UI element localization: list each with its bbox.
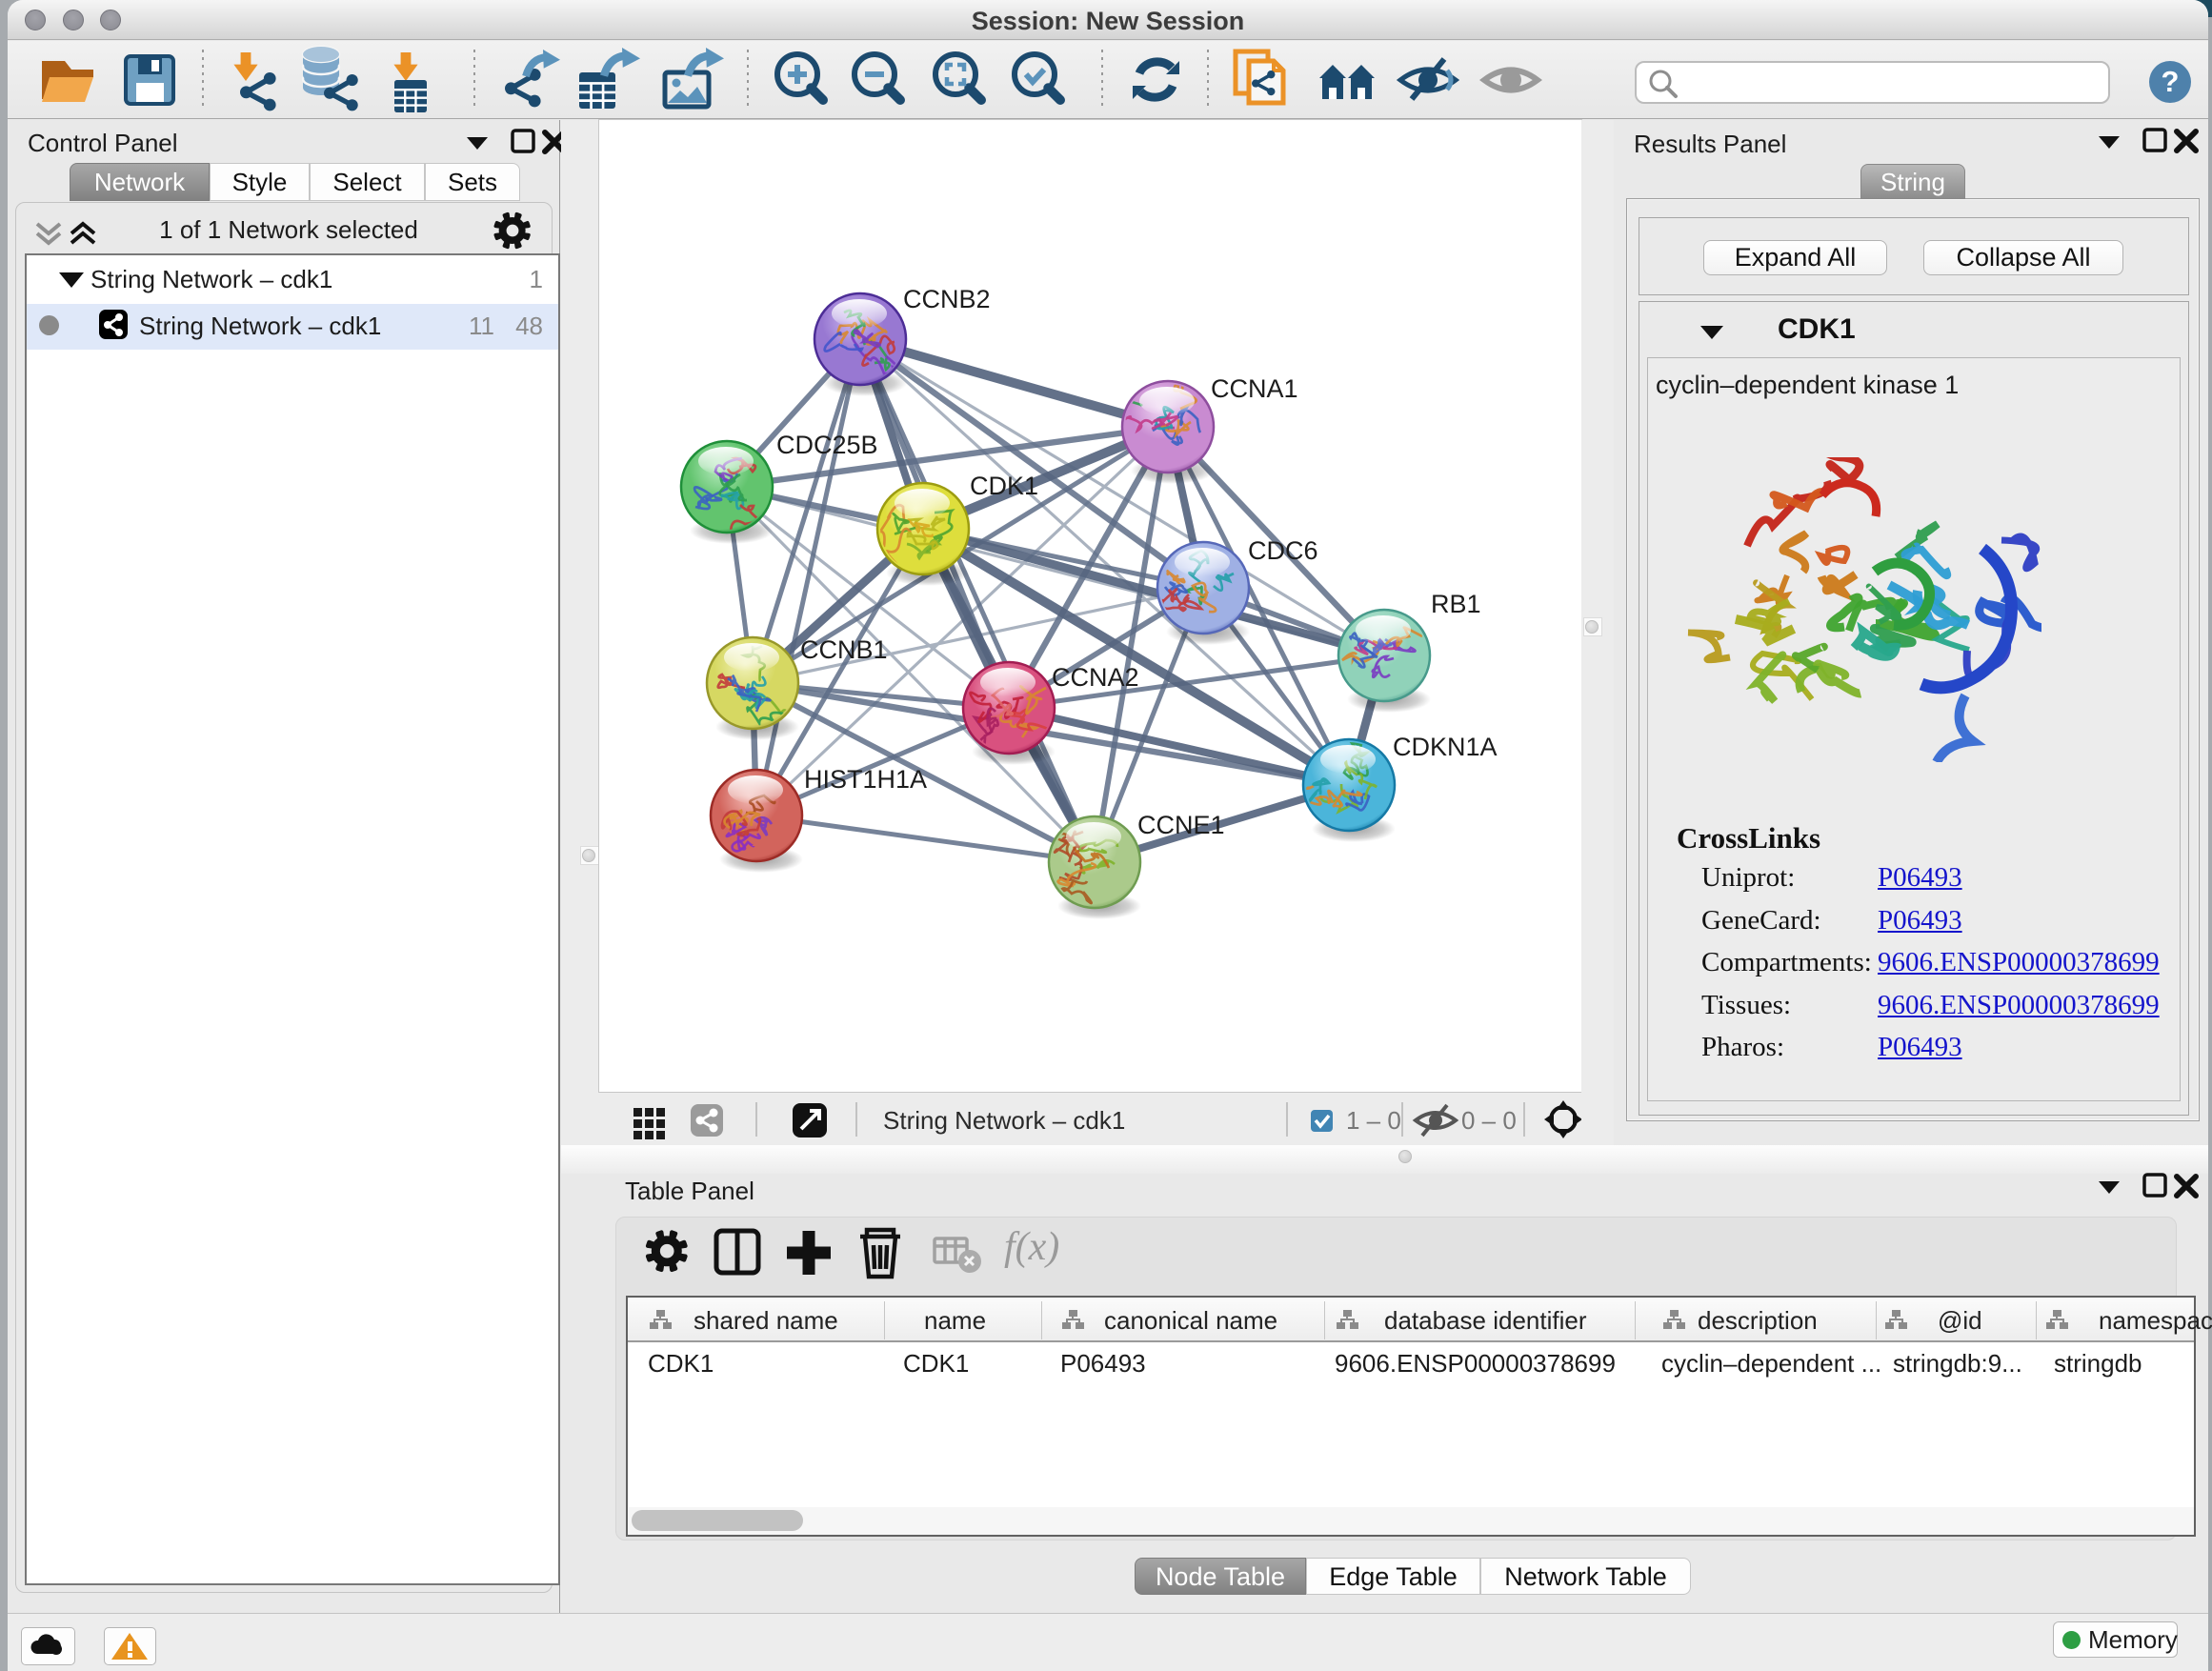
svg-text:CCNB2: CCNB2 bbox=[903, 285, 991, 313]
svg-text:CCNA2: CCNA2 bbox=[1052, 663, 1139, 692]
svg-text:CCNA1: CCNA1 bbox=[1211, 374, 1298, 403]
svg-text:CDC25B: CDC25B bbox=[776, 431, 878, 459]
svg-text:CDKN1A: CDKN1A bbox=[1393, 733, 1498, 761]
svg-text:CCNE1: CCNE1 bbox=[1137, 811, 1225, 839]
svg-text:CDC6: CDC6 bbox=[1248, 536, 1318, 565]
svg-text:HIST1H1A: HIST1H1A bbox=[804, 765, 927, 794]
svg-text:CCNB1: CCNB1 bbox=[800, 635, 888, 664]
svg-text:CDK1: CDK1 bbox=[970, 472, 1038, 500]
svg-text:RB1: RB1 bbox=[1431, 590, 1481, 618]
